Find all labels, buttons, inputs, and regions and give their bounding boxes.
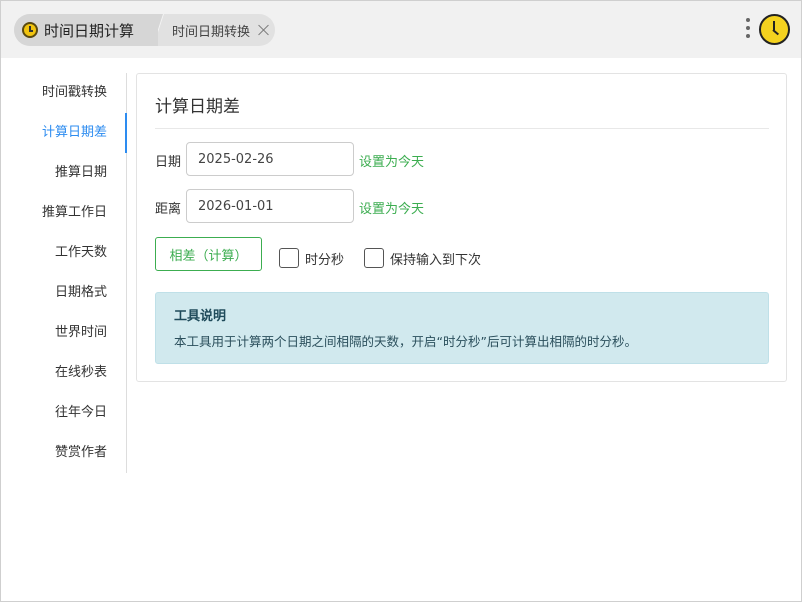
time-checkbox-group[interactable]: 时分秒 bbox=[279, 248, 344, 268]
sidebar-item-stopwatch[interactable]: 在线秒表 bbox=[14, 353, 126, 393]
tab-bar: 时间日期计算 时间日期转换 bbox=[14, 14, 275, 46]
calculate-button[interactable]: 相差（计算） bbox=[155, 237, 262, 271]
set-today-date-link[interactable]: 设置为今天 bbox=[359, 151, 424, 170]
tab-label: 时间日期计算 bbox=[44, 21, 135, 40]
time-checkbox-label: 时分秒 bbox=[305, 252, 345, 268]
clock-icon[interactable] bbox=[759, 14, 790, 45]
sidebar-item-calc-workday[interactable]: 推算工作日 bbox=[14, 193, 126, 233]
sidebar-item-date-diff[interactable]: 计算日期差 bbox=[14, 113, 127, 153]
tab-date-time-convert[interactable]: 时间日期转换 bbox=[172, 14, 270, 46]
info-title: 工具说明 bbox=[174, 309, 227, 324]
sidebar-item-date-format[interactable]: 日期格式 bbox=[14, 273, 126, 313]
date-input[interactable] bbox=[186, 142, 354, 176]
distance-label: 距离 bbox=[155, 202, 182, 217]
date-label: 日期 bbox=[155, 155, 182, 170]
set-today-distance-link[interactable]: 设置为今天 bbox=[359, 198, 424, 217]
sidebar-item-world-time[interactable]: 世界时间 bbox=[14, 313, 126, 353]
sidebar-item-donate[interactable]: 赞赏作者 bbox=[14, 433, 126, 473]
sidebar-item-on-this-day[interactable]: 往年今日 bbox=[14, 393, 126, 433]
sidebar-nav: 时间戳转换 计算日期差 推算日期 推算工作日 工作天数 日期格式 世界时间 在线… bbox=[14, 73, 127, 473]
app-window: 时间日期计算 时间日期转换 时间戳转换 计算日期差 推算日期 推算工作日 工作天… bbox=[0, 0, 802, 602]
keep-input-checkbox[interactable] bbox=[364, 248, 384, 268]
divider bbox=[155, 128, 769, 129]
time-checkbox[interactable] bbox=[279, 248, 299, 268]
close-icon[interactable] bbox=[258, 24, 270, 36]
info-text: 本工具用于计算两个日期之间相隔的天数，开启“时分秒”后可计算出相隔的时分秒。 bbox=[174, 334, 637, 349]
top-bar: 时间日期计算 时间日期转换 bbox=[1, 1, 801, 58]
sidebar-item-workdays[interactable]: 工作天数 bbox=[14, 233, 126, 273]
clock-icon bbox=[22, 22, 38, 38]
keep-input-checkbox-group[interactable]: 保持输入到下次 bbox=[364, 248, 481, 268]
keep-input-checkbox-label: 保持输入到下次 bbox=[390, 252, 482, 268]
tab-date-time-calc[interactable]: 时间日期计算 bbox=[14, 14, 158, 46]
date-diff-panel: 计算日期差 日期 设置为今天 距离 设置为今天 相差（计算） 时分秒 保持输入到… bbox=[136, 73, 787, 382]
tab-label: 时间日期转换 bbox=[172, 24, 251, 40]
distance-input[interactable] bbox=[186, 189, 354, 223]
sidebar-item-timestamp[interactable]: 时间戳转换 bbox=[14, 73, 126, 113]
tool-info-box: 工具说明 本工具用于计算两个日期之间相隔的天数，开启“时分秒”后可计算出相隔的时… bbox=[155, 292, 769, 364]
page-title: 计算日期差 bbox=[155, 97, 240, 117]
more-vertical-icon[interactable] bbox=[745, 18, 751, 42]
sidebar-item-calc-date[interactable]: 推算日期 bbox=[14, 153, 126, 193]
